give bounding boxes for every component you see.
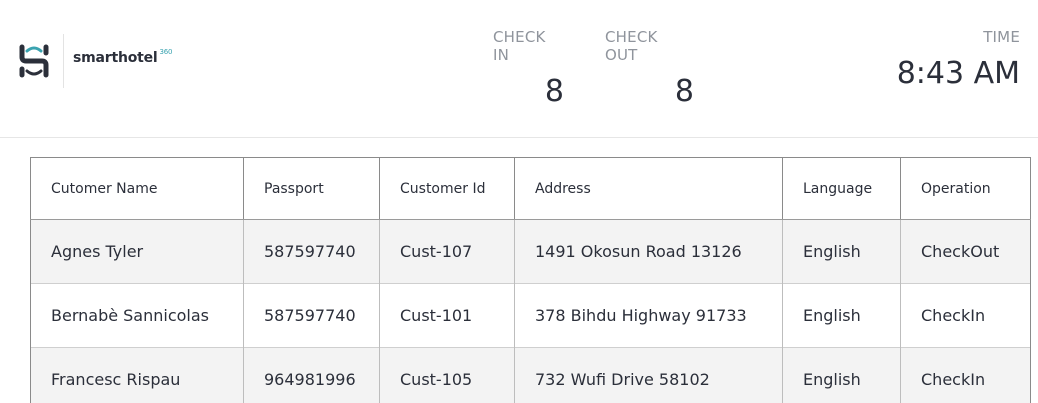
table-header-row: Cutomer Name Passport Customer Id Addres… <box>30 157 1031 220</box>
header-bar: smarthotel 360 CHECK IN 8 CHECK OUT 8 TI… <box>0 0 1038 138</box>
cell-address: 1491 Okosun Road 13126 <box>514 219 783 284</box>
customers-table-container: Cutomer Name Passport Customer Id Addres… <box>30 157 1031 403</box>
checkout-stat: CHECK OUT 8 <box>605 28 695 110</box>
cell-operation: CheckIn <box>900 347 1031 403</box>
cell-passport: 964981996 <box>243 347 380 403</box>
table-row[interactable]: Agnes Tyler 587597740 Cust-107 1491 Okos… <box>30 219 1031 284</box>
brand-name-text: smarthotel <box>73 50 158 66</box>
table-row[interactable]: Bernabè Sannicolas 587597740 Cust-101 37… <box>30 283 1031 348</box>
time-label: TIME <box>983 28 1020 46</box>
cell-customer-id: Cust-101 <box>379 283 515 348</box>
checkin-count: 8 <box>544 74 564 109</box>
cell-customer-id: Cust-105 <box>379 347 515 403</box>
customers-table: Cutomer Name Passport Customer Id Addres… <box>30 157 1031 403</box>
current-time: 8:43 AM <box>896 56 1020 91</box>
brand-name: smarthotel 360 <box>73 48 173 66</box>
cell-customer-name: Agnes Tyler <box>30 219 244 284</box>
cell-customer-name: Bernabè Sannicolas <box>30 283 244 348</box>
checkout-label: CHECK OUT <box>605 28 658 64</box>
cell-address: 378 Bihdu Highway 91733 <box>514 283 783 348</box>
checkin-stat: CHECK IN 8 <box>493 28 565 110</box>
column-header-customer-id[interactable]: Customer Id <box>379 157 515 220</box>
cell-operation: CheckIn <box>900 283 1031 348</box>
smarthotel-logo-icon <box>19 44 49 78</box>
cell-passport: 587597740 <box>243 283 380 348</box>
cell-language: English <box>782 283 901 348</box>
cell-passport: 587597740 <box>243 219 380 284</box>
cell-language: English <box>782 219 901 284</box>
time-stat: TIME 8:43 AM <box>880 28 1020 92</box>
brand-superscript: 360 <box>159 48 173 56</box>
column-header-language[interactable]: Language <box>782 157 901 220</box>
brand-logo[interactable]: smarthotel 360 <box>16 33 173 89</box>
column-header-operation[interactable]: Operation <box>900 157 1031 220</box>
cell-customer-id: Cust-107 <box>379 219 515 284</box>
column-header-customer-name[interactable]: Cutomer Name <box>30 157 244 220</box>
column-header-address[interactable]: Address <box>514 157 783 220</box>
column-header-passport[interactable]: Passport <box>243 157 380 220</box>
cell-operation: CheckOut <box>900 219 1031 284</box>
cell-language: English <box>782 347 901 403</box>
table-row[interactable]: Francesc Rispau 964981996 Cust-105 732 W… <box>30 347 1031 403</box>
checkout-count: 8 <box>674 74 694 109</box>
logo-divider <box>63 34 64 88</box>
cell-customer-name: Francesc Rispau <box>30 347 244 403</box>
cell-address: 732 Wufi Drive 58102 <box>514 347 783 403</box>
checkin-label: CHECK IN <box>493 28 546 64</box>
